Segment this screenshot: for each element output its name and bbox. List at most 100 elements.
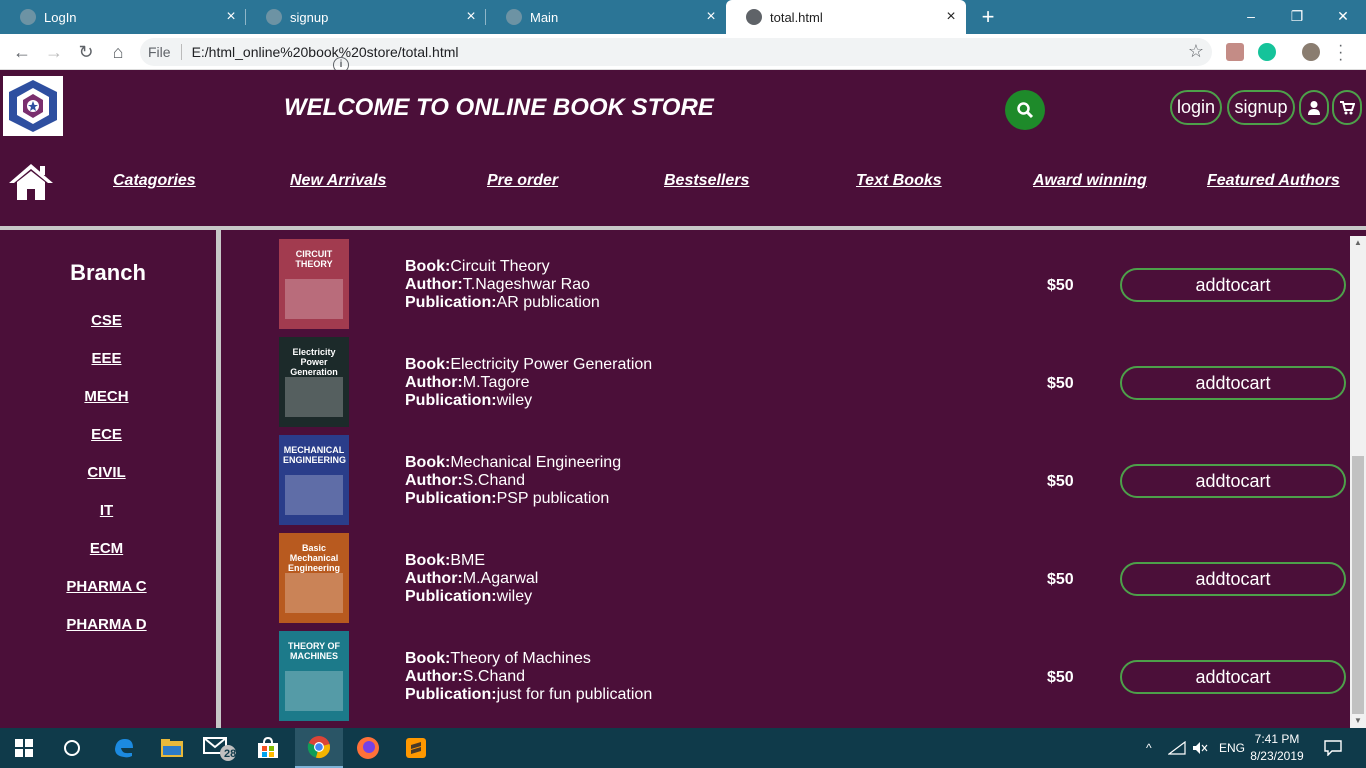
url-field[interactable]: i File E:/html_online%20book%20store/tot… (140, 38, 1212, 73)
cortana-button[interactable] (48, 728, 96, 768)
book-cover-image[interactable]: Basic Mechanical Engineering (279, 533, 349, 623)
book-publication: wiley (496, 392, 533, 409)
nav-bestsellers[interactable]: Bestsellers (664, 172, 749, 190)
sidebar-item-ece[interactable]: ECE (0, 426, 213, 443)
sublime-text-icon (406, 738, 426, 758)
reload-icon[interactable]: ↻ (74, 40, 98, 64)
login-button[interactable]: login (1170, 90, 1222, 125)
close-tab-icon[interactable]: × (220, 8, 242, 26)
close-window-button[interactable]: ✕ (1320, 0, 1366, 34)
book-author: M.Tagore (462, 374, 530, 391)
tab-total[interactable]: total.html × (726, 0, 966, 34)
user-button[interactable] (1299, 90, 1329, 125)
sidebar-item-ecm[interactable]: ECM (0, 540, 213, 557)
taskbar-mail[interactable]: 28 (196, 728, 244, 768)
close-tab-icon[interactable]: × (700, 8, 722, 26)
add-to-cart-button[interactable]: addtocart (1120, 268, 1346, 302)
close-tab-icon[interactable]: × (940, 8, 962, 26)
sidebar-item-civil[interactable]: CIVIL (0, 464, 213, 481)
nav-featured-authors[interactable]: Featured Authors (1207, 172, 1340, 190)
add-to-cart-button[interactable]: addtocart (1120, 660, 1346, 694)
clock-time: 7:41 PM (1254, 732, 1300, 746)
windows-logo-icon (15, 739, 33, 757)
new-tab-button[interactable]: + (976, 4, 1000, 30)
forward-icon[interactable]: → (42, 40, 66, 64)
book-title: Mechanical Engineering (450, 454, 622, 471)
minimize-button[interactable]: – (1228, 0, 1274, 34)
book-row: Basic Mechanical Engineering Book:BME Au… (222, 533, 1350, 631)
start-button[interactable] (0, 728, 48, 768)
book-cover-image[interactable]: THEORY OF MACHINES (279, 631, 349, 721)
nav-new-arrivals[interactable]: New Arrivals (290, 172, 386, 190)
action-center-icon[interactable] (1324, 728, 1342, 768)
grammarly-icon[interactable] (1258, 43, 1276, 61)
language-indicator[interactable]: ENG (1219, 728, 1245, 768)
cortana-circle-icon (64, 740, 80, 756)
taskbar-file-explorer[interactable] (148, 728, 196, 768)
book-row: CIRCUIT THEORY Book:Circuit Theory Autho… (222, 239, 1350, 337)
home-button[interactable] (8, 162, 56, 202)
page: WELCOME TO ONLINE BOOK STORE login signu… (0, 70, 1366, 728)
tab-main[interactable]: Main × (486, 0, 726, 34)
taskbar-chrome[interactable] (295, 728, 343, 768)
firefox-icon (357, 737, 379, 759)
cart-button[interactable] (1332, 90, 1362, 125)
menu-kebab-icon[interactable]: · · · (1338, 38, 1343, 68)
book-details: Book:BME Author:M.Agarwal Publication:wi… (405, 552, 538, 606)
scroll-down-icon[interactable]: ▼ (1350, 714, 1366, 728)
book-cover-image[interactable]: MECHANICAL ENGINEERING (279, 435, 349, 525)
profile-avatar[interactable] (1302, 43, 1320, 61)
nav-text-books[interactable]: Text Books (856, 172, 942, 190)
book-cover-image[interactable]: CIRCUIT THEORY (279, 239, 349, 329)
taskbar-sublime[interactable] (392, 728, 440, 768)
globe-icon (20, 9, 36, 25)
cover-title-text: Electricity Power Generation (290, 347, 338, 377)
scrollbar-thumb[interactable] (1352, 456, 1364, 714)
tab-label: total.html (770, 9, 823, 25)
nav-pre-order[interactable]: Pre order (487, 172, 558, 190)
add-to-cart-button[interactable]: addtocart (1120, 562, 1346, 596)
bookmark-star-icon[interactable]: ☆ (1188, 41, 1204, 62)
book-price: $50 (1047, 375, 1074, 392)
vertical-scrollbar[interactable]: ▲ ▼ (1350, 236, 1366, 728)
taskbar-edge[interactable] (100, 728, 148, 768)
network-icon[interactable] (1168, 728, 1186, 768)
add-to-cart-button[interactable]: addtocart (1120, 464, 1346, 498)
back-icon[interactable]: ← (10, 40, 34, 64)
extension-avatar-icon[interactable] (1226, 43, 1244, 61)
book-author: S.Chand (462, 668, 526, 685)
sidebar-item-cse[interactable]: CSE (0, 312, 213, 329)
book-title: Electricity Power Generation (450, 356, 653, 373)
store-logo[interactable] (3, 76, 63, 136)
sidebar-item-mech[interactable]: MECH (0, 388, 213, 405)
show-hidden-icons[interactable]: ^ (1146, 728, 1152, 768)
scroll-up-icon[interactable]: ▲ (1350, 236, 1366, 250)
mail-badge: 28 (224, 748, 237, 760)
sidebar-title: Branch (70, 260, 146, 285)
search-button[interactable] (1005, 90, 1045, 130)
sidebar-item-eee[interactable]: EEE (0, 350, 213, 367)
add-to-cart-button[interactable]: addtocart (1120, 366, 1346, 400)
nav-award-winning[interactable]: Award winning (1033, 172, 1147, 190)
taskbar-firefox[interactable] (344, 728, 392, 768)
signup-button[interactable]: signup (1227, 90, 1295, 125)
book-details: Book:Circuit Theory Author:T.Nageshwar R… (405, 258, 600, 312)
book-label: Book: (405, 552, 451, 569)
tab-login[interactable]: LogIn × (0, 0, 246, 34)
book-cover-image[interactable]: Electricity Power Generation (279, 337, 349, 427)
sidebar-item-pharma-c[interactable]: PHARMA C (0, 578, 213, 595)
sidebar-item-pharma-d[interactable]: PHARMA D (0, 616, 213, 633)
system-clock[interactable]: 7:41 PM 8/23/2019 (1244, 731, 1310, 765)
cover-title-text: THEORY OF MACHINES (287, 641, 340, 661)
cover-art (285, 671, 343, 711)
tab-label: LogIn (44, 9, 77, 25)
nav-categories[interactable]: Catagories (113, 172, 196, 190)
home-browser-icon[interactable]: ⌂ (106, 40, 130, 64)
maximize-button[interactable]: ❐ (1274, 0, 1320, 34)
sidebar-item-it[interactable]: IT (0, 502, 213, 519)
book-details: Book:Electricity Power Generation Author… (405, 356, 652, 410)
close-tab-icon[interactable]: × (460, 8, 482, 26)
taskbar-store[interactable] (244, 728, 292, 768)
tab-signup[interactable]: signup × (246, 0, 486, 34)
volume-icon[interactable] (1192, 728, 1208, 768)
